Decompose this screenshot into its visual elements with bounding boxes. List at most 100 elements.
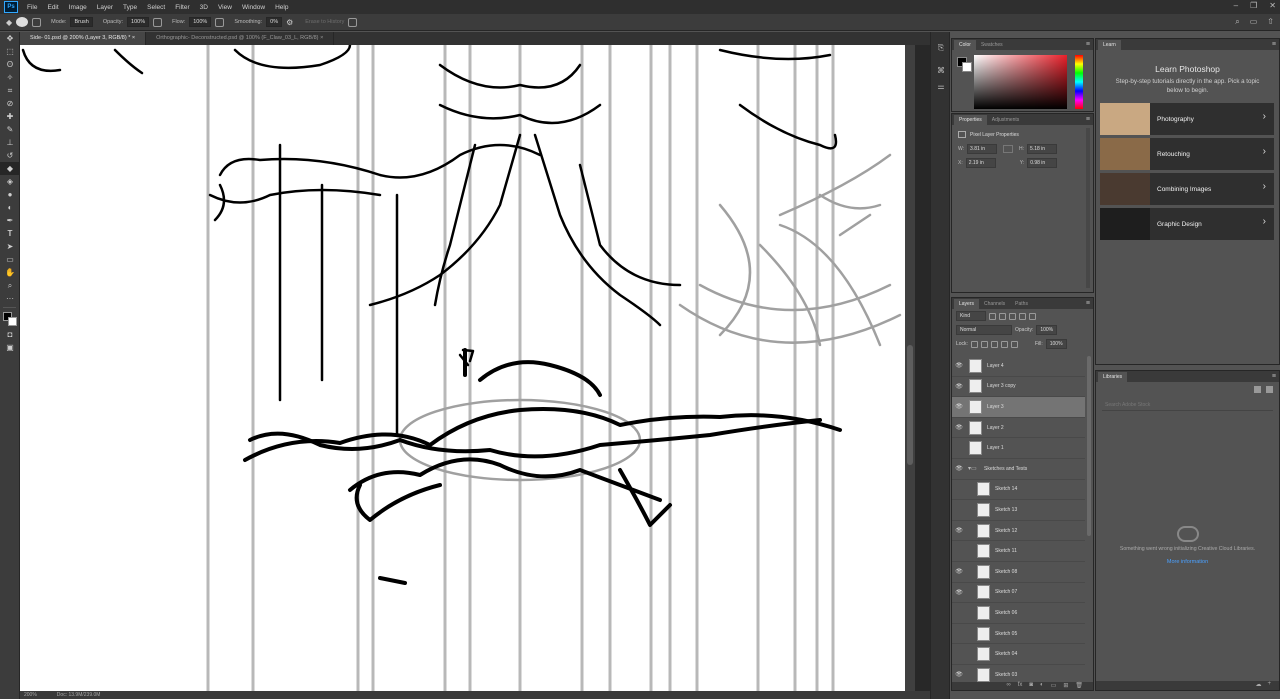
width-field[interactable]: 3.81 in bbox=[967, 144, 998, 154]
brush-settings-icon[interactable] bbox=[32, 17, 42, 27]
menu-layer[interactable]: Layer bbox=[92, 4, 118, 11]
add-content-icon[interactable]: + bbox=[1267, 681, 1271, 690]
layer-row[interactable]: Sketch 13 bbox=[952, 500, 1085, 521]
menu-filter[interactable]: Filter bbox=[170, 4, 194, 11]
minimize-button[interactable]: – bbox=[1234, 1, 1238, 10]
fx-icon[interactable]: fx bbox=[1018, 682, 1023, 690]
close-window-button[interactable]: ✕ bbox=[1269, 1, 1276, 10]
menu-edit[interactable]: Edit bbox=[42, 4, 63, 11]
lasso-tool-icon[interactable]: ʘ bbox=[0, 58, 20, 71]
visibility-eye-icon[interactable]: 👁 bbox=[952, 527, 966, 534]
layer-row[interactable]: 👁 Layer 4 bbox=[952, 356, 1085, 377]
tab-side-01[interactable]: Side- 01.psd @ 200% (Layer 3, RGB/8) * × bbox=[20, 32, 147, 45]
pixel-filter-icon[interactable] bbox=[989, 312, 996, 320]
kind-filter-select[interactable]: Kind bbox=[956, 311, 986, 321]
tutorial-card-retouching[interactable]: Retouching › bbox=[1100, 138, 1274, 171]
panel-menu-icon[interactable]: ≡ bbox=[1086, 300, 1090, 307]
type-filter-icon[interactable] bbox=[1009, 312, 1016, 320]
lock-artboard-icon[interactable] bbox=[1000, 340, 1008, 348]
fg-bg-swatches[interactable] bbox=[957, 57, 973, 73]
document-canvas[interactable] bbox=[20, 45, 905, 691]
tutorial-card-photography[interactable]: Photography › bbox=[1100, 103, 1274, 136]
menu-file[interactable]: File bbox=[22, 4, 42, 11]
menu-window[interactable]: Window bbox=[237, 4, 270, 11]
move-tool-icon[interactable]: ✥ bbox=[0, 32, 20, 45]
adjustment-filter-icon[interactable] bbox=[999, 312, 1006, 320]
erase-to-history-checkbox[interactable]: Erase to History bbox=[305, 19, 344, 25]
crop-tool-icon[interactable]: ⌗ bbox=[0, 84, 20, 97]
new-group-icon[interactable]: ▭ bbox=[1051, 682, 1057, 690]
quick-mask-icon[interactable]: ◘ bbox=[0, 328, 20, 341]
hue-slider[interactable] bbox=[1075, 55, 1083, 109]
blur-tool-icon[interactable]: ● bbox=[0, 188, 20, 201]
close-icon[interactable]: × bbox=[132, 35, 135, 41]
layer-row[interactable]: Sketch 05 bbox=[952, 624, 1085, 645]
layer-row[interactable]: 👁 Layer 2 bbox=[952, 418, 1085, 439]
more-tools-icon[interactable]: ··· bbox=[0, 292, 20, 305]
tab-adjustments[interactable]: Adjustments bbox=[987, 115, 1025, 125]
layer-row[interactable]: Layer 1 bbox=[952, 438, 1085, 459]
layer-row[interactable]: 👁 ▾▭ Sketches and Tests bbox=[952, 459, 1085, 480]
list-view-icon[interactable] bbox=[1266, 386, 1273, 393]
rectangle-tool-icon[interactable]: ▭ bbox=[0, 253, 20, 266]
gear-icon[interactable]: ⚙ bbox=[286, 18, 293, 27]
lock-transparency-icon[interactable] bbox=[970, 340, 978, 348]
visibility-eye-icon[interactable]: 👁 bbox=[952, 671, 966, 678]
zoom-level[interactable]: 200% bbox=[24, 692, 37, 698]
close-icon[interactable]: × bbox=[320, 35, 323, 41]
stamp-tool-icon[interactable]: ⊥ bbox=[0, 136, 20, 149]
eraser-preset-icon[interactable]: ◆ bbox=[6, 18, 12, 27]
brush-size-picker[interactable] bbox=[16, 17, 29, 27]
layers-scrollbar[interactable] bbox=[1087, 356, 1091, 536]
link-icon[interactable] bbox=[1003, 145, 1014, 153]
layer-row[interactable]: Sketch 04 bbox=[952, 644, 1085, 665]
doc-size[interactable]: Doc: 13.9M/239.0M bbox=[57, 692, 101, 698]
paint-bucket-tool-icon[interactable]: ◈ bbox=[0, 175, 20, 188]
visibility-eye-icon[interactable]: 👁 bbox=[952, 362, 966, 369]
menu-type[interactable]: Type bbox=[118, 4, 142, 11]
lock-all-icon[interactable] bbox=[1010, 340, 1018, 348]
opacity-field[interactable]: 100% bbox=[127, 17, 150, 27]
panel-menu-icon[interactable]: ≡ bbox=[1272, 41, 1276, 48]
visibility-eye-icon[interactable]: 👁 bbox=[952, 383, 966, 390]
zoom-tool-icon[interactable]: ⌕ bbox=[0, 279, 20, 292]
tab-paths[interactable]: Paths bbox=[1010, 299, 1033, 309]
eyedropper-tool-icon[interactable]: ⊘ bbox=[0, 97, 20, 110]
adjust-panel-icon[interactable]: ⚌ bbox=[931, 78, 951, 94]
type-tool-icon[interactable]: T bbox=[0, 227, 20, 240]
blend-mode-select[interactable]: Normal bbox=[956, 325, 1012, 335]
library-search-input[interactable]: Search Adobe Stock bbox=[1102, 399, 1273, 411]
adjustment-layer-icon[interactable]: ◐ bbox=[1040, 682, 1044, 690]
link-layers-icon[interactable]: ∞ bbox=[1006, 682, 1010, 690]
tab-learn[interactable]: Learn bbox=[1098, 39, 1121, 50]
lock-image-icon[interactable] bbox=[980, 340, 988, 348]
eraser-tool-icon[interactable]: ◆ bbox=[0, 162, 20, 175]
tutorial-card-graphic-design[interactable]: Graphic Design › bbox=[1100, 208, 1274, 241]
layer-row[interactable]: 👁 Sketch 08 bbox=[952, 562, 1085, 583]
pressure-opacity-icon[interactable] bbox=[153, 17, 163, 27]
tab-properties[interactable]: Properties bbox=[954, 114, 987, 125]
layer-row[interactable]: 👁 Sketch 03 bbox=[952, 665, 1085, 682]
history-brush-tool-icon[interactable]: ↺ bbox=[0, 149, 20, 162]
tab-orthographic[interactable]: Orthographic- Deconstructed.psd @ 100% (… bbox=[146, 32, 335, 45]
smart-object-filter-icon[interactable] bbox=[1029, 312, 1036, 320]
marquee-tool-icon[interactable]: ⬚ bbox=[0, 45, 20, 58]
menu-image[interactable]: Image bbox=[64, 4, 92, 11]
shape-filter-icon[interactable] bbox=[1019, 312, 1026, 320]
screen-mode-icon[interactable]: ▣ bbox=[0, 341, 20, 354]
visibility-eye-icon[interactable]: 👁 bbox=[952, 424, 966, 431]
background-color-swatch[interactable] bbox=[962, 62, 972, 72]
layer-row[interactable]: Sketch 11 bbox=[952, 541, 1085, 562]
history-panel-icon[interactable]: ⎘ bbox=[931, 40, 951, 56]
magic-wand-tool-icon[interactable]: ✧ bbox=[0, 71, 20, 84]
panel-menu-icon[interactable]: ≡ bbox=[1086, 41, 1090, 48]
healing-tool-icon[interactable]: ✚ bbox=[0, 110, 20, 123]
smoothing-field[interactable]: 0% bbox=[266, 17, 283, 27]
dodge-tool-icon[interactable]: ◐ bbox=[0, 201, 20, 214]
layer-row[interactable]: 👁 Sketch 12 bbox=[952, 521, 1085, 542]
pen-tool-icon[interactable]: ✒ bbox=[0, 214, 20, 227]
more-information-link[interactable]: More information bbox=[1096, 559, 1279, 565]
layer-row[interactable]: 👁 Sketch 07 bbox=[952, 583, 1085, 604]
scroll-thumb[interactable] bbox=[907, 345, 913, 465]
add-mask-icon[interactable]: ◙ bbox=[1029, 682, 1033, 690]
